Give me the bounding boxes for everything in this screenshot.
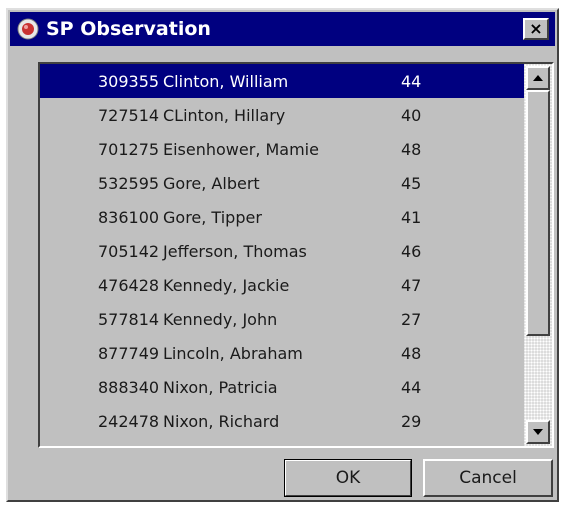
item-value: 44 xyxy=(401,72,422,91)
item-id: 476428 xyxy=(98,276,160,295)
cancel-button[interactable]: Cancel xyxy=(423,459,553,497)
item-id: 577814 xyxy=(98,310,160,329)
list-item[interactable]: 727514 CLinton, Hillary 40 xyxy=(40,98,524,132)
item-id: 242478 xyxy=(98,412,160,431)
item-name: CLinton, Hillary xyxy=(163,106,286,125)
item-id: 877749 xyxy=(98,344,160,363)
item-name: Jefferson, Thomas xyxy=(163,242,307,261)
list-item[interactable]: 888340 Nixon, Patricia 44 xyxy=(40,370,524,404)
app-icon xyxy=(16,17,40,41)
scroll-down-button[interactable] xyxy=(526,420,550,444)
close-button[interactable]: × xyxy=(523,18,549,40)
item-name: Kennedy, John xyxy=(163,310,278,329)
item-id: 701275 xyxy=(98,140,160,159)
item-value: 48 xyxy=(401,344,422,363)
arrow-down-icon xyxy=(533,429,543,435)
item-value: 27 xyxy=(401,310,422,329)
list-item[interactable]: 877749 Lincoln, Abraham 48 xyxy=(40,336,524,370)
item-name: Nixon, Patricia xyxy=(163,378,278,397)
list-item[interactable]: 242478 Nixon, Richard 29 xyxy=(40,404,524,438)
item-id: 705142 xyxy=(98,242,160,261)
item-value: 46 xyxy=(401,242,422,261)
item-value: 29 xyxy=(401,412,422,431)
scroll-up-button[interactable] xyxy=(526,66,550,90)
item-id: 532595 xyxy=(98,174,160,193)
list-item[interactable]: 476428 Kennedy, Jackie 47 xyxy=(40,268,524,302)
list-item[interactable]: 532595 Gore, Albert 45 xyxy=(40,166,524,200)
scroll-thumb[interactable] xyxy=(526,90,550,336)
item-value: 47 xyxy=(401,276,422,295)
item-id: 836100 xyxy=(98,208,160,227)
item-name: Eisenhower, Mamie xyxy=(163,140,319,159)
title-bar[interactable]: SP Observation × xyxy=(10,12,555,46)
item-value: 44 xyxy=(401,378,422,397)
list-item[interactable]: 309355 Clinton, William 44 xyxy=(40,64,524,98)
item-value: 48 xyxy=(401,140,422,159)
item-name: Kennedy, Jackie xyxy=(163,276,290,295)
list-item[interactable]: 701275 Eisenhower, Mamie 48 xyxy=(40,132,524,166)
vertical-scrollbar[interactable] xyxy=(524,64,552,446)
item-name: Nixon, Richard xyxy=(163,412,280,431)
list-item[interactable]: 836100 Gore, Tipper 41 xyxy=(40,200,524,234)
close-icon: × xyxy=(529,19,543,38)
item-id: 888340 xyxy=(98,378,160,397)
item-name: Clinton, William xyxy=(163,72,289,91)
list-rows: 309355 Clinton, William 44 727514 CLinton, H… xyxy=(40,64,524,446)
item-id: 309355 xyxy=(98,72,160,91)
item-name: Lincoln, Abraham xyxy=(163,344,303,363)
item-id: 727514 xyxy=(98,106,160,125)
window-title: SP Observation xyxy=(46,18,211,40)
item-value: 41 xyxy=(401,208,422,227)
item-value: 40 xyxy=(401,106,422,125)
item-name: Gore, Tipper xyxy=(163,208,262,227)
observation-list[interactable]: 309355 Clinton, William 44 727514 CLinton, H… xyxy=(38,62,554,448)
list-item[interactable]: 577814 Kennedy, John 27 xyxy=(40,302,524,336)
item-name: Gore, Albert xyxy=(163,174,260,193)
ok-button[interactable]: OK xyxy=(284,459,412,497)
list-item[interactable]: 705142 Jefferson, Thomas 46 xyxy=(40,234,524,268)
sp-observation-dialog: SP Observation × 309355 Clinton, William 4… xyxy=(6,8,559,502)
item-value: 45 xyxy=(401,174,422,193)
arrow-up-icon xyxy=(533,75,543,81)
